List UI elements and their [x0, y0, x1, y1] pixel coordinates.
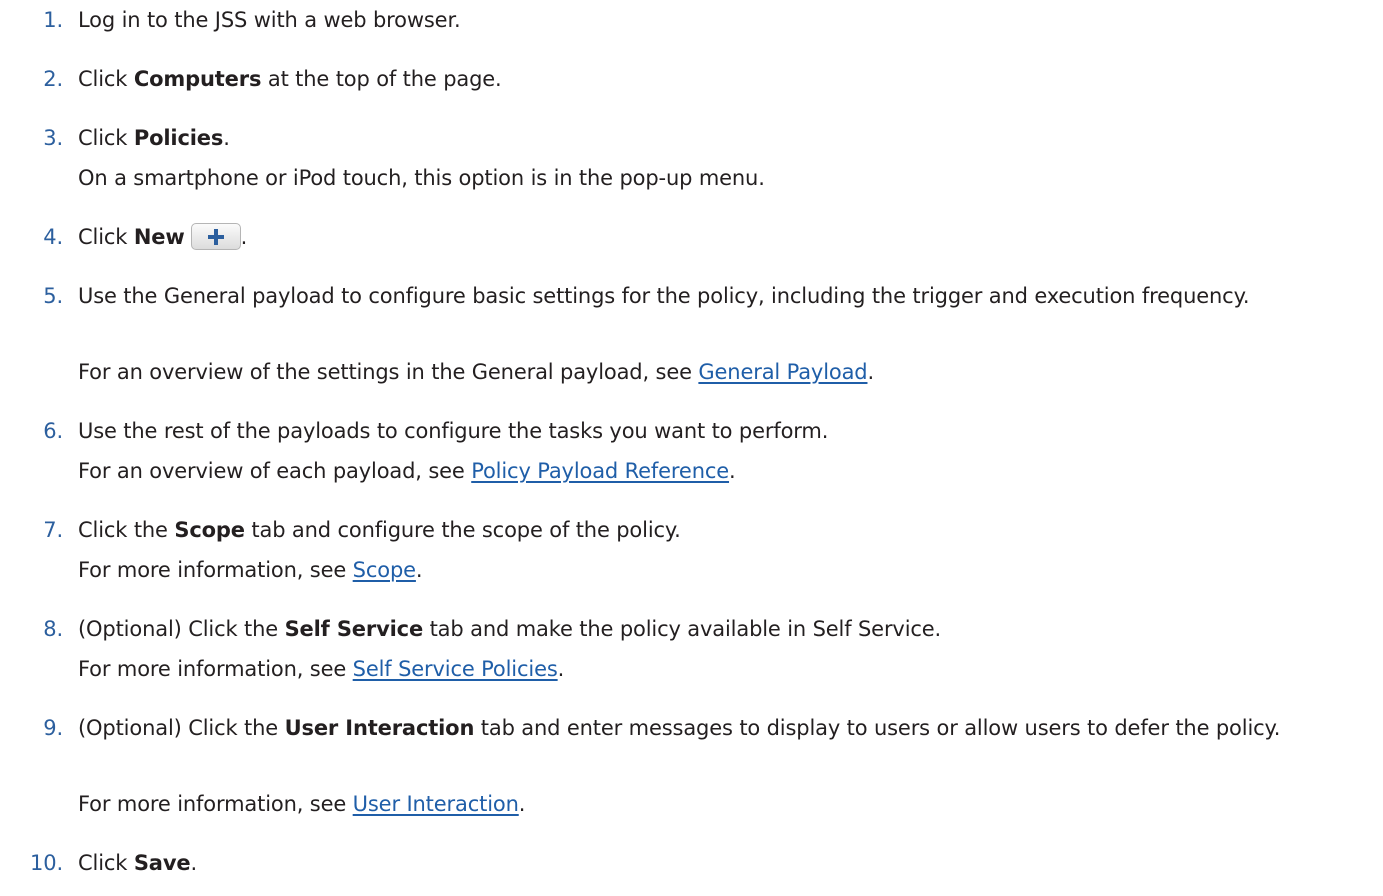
step-text: Click the Scope tab and configure the sc… [78, 514, 1368, 546]
new-button[interactable] [190, 223, 241, 250]
text-run: For more information, see [78, 558, 353, 582]
text-run: tab and make the policy available in Sel… [423, 617, 942, 641]
text-run: . [240, 225, 248, 249]
step-text: Click New. [78, 221, 1368, 253]
step-note: For more information, see User Interacti… [78, 788, 525, 820]
text-run: . [867, 360, 875, 384]
text-run: Click [78, 67, 134, 91]
text-run: . [190, 851, 197, 875]
step-text: (Optional) Click the User Interaction ta… [78, 712, 1368, 744]
step-note: For more information, see Scope. [78, 554, 423, 586]
step-text: (Optional) Click the Self Service tab an… [78, 613, 1368, 645]
step-note: On a smartphone or iPod touch, this opti… [78, 166, 765, 190]
text-run: (Optional) Click the [78, 716, 285, 740]
step-number: 9. [43, 716, 63, 740]
text-run: at the top of the page. [261, 67, 502, 91]
step-number: 2. [43, 67, 63, 91]
text-run: (Optional) Click the [78, 617, 285, 641]
text-run: For an overview of the settings in the G… [78, 360, 699, 384]
ui-term-self-service: Self Service [284, 617, 424, 641]
step-number: 10. [30, 851, 63, 875]
step-text: Use the rest of the payloads to configur… [78, 419, 829, 443]
text-run: tab and configure the scope of the polic… [244, 518, 681, 542]
link-policy-payload-reference[interactable]: Policy Payload Reference [471, 459, 729, 483]
text-run: Click [78, 126, 134, 150]
step-note: For an overview of the settings in the G… [78, 356, 874, 388]
step-text: Click Save. [78, 847, 1368, 879]
ui-term-new: New [133, 225, 185, 249]
step-number: 5. [43, 284, 63, 308]
step-text: Log in to the JSS with a web browser. [78, 8, 461, 32]
ui-term-save: Save [133, 851, 191, 875]
text-run: . [415, 558, 423, 582]
link-scope[interactable]: Scope [353, 558, 416, 582]
step-number: 8. [43, 617, 63, 641]
step-number: 4. [43, 225, 63, 249]
step-number: 3. [43, 126, 63, 150]
text-run: . [223, 126, 230, 150]
plus-icon [207, 229, 224, 245]
step-note: For an overview of each payload, see Pol… [78, 455, 736, 487]
text-run: Click [78, 851, 134, 875]
text-run: Click the [78, 518, 175, 542]
step-text: Use the General payload to configure bas… [78, 284, 1250, 308]
step-text: Click Policies. [78, 122, 1368, 154]
step-note: For more information, see Self Service P… [78, 653, 564, 685]
step-number: 7. [43, 518, 63, 542]
step-number: 6. [43, 419, 63, 443]
step-text: Click Computers at the top of the page. [78, 63, 1368, 95]
ui-term-user-interaction: User Interaction [284, 716, 475, 740]
link-user-interaction[interactable]: User Interaction [353, 792, 519, 816]
text-run: For an overview of each payload, see [78, 459, 472, 483]
text-run: Click [78, 225, 134, 249]
step-number: 1. [43, 8, 63, 32]
text-run: For more information, see [78, 657, 353, 681]
text-run: tab and enter messages to display to use… [474, 716, 1281, 740]
link-self-service-policies[interactable]: Self Service Policies [353, 657, 558, 681]
ui-term-computers: Computers [133, 67, 262, 91]
ui-term-scope: Scope [174, 518, 245, 542]
text-run: . [557, 657, 565, 681]
text-run: For more information, see [78, 792, 353, 816]
ui-term-policies: Policies [133, 126, 224, 150]
link-general-payload[interactable]: General Payload [698, 360, 867, 384]
text-run: . [729, 459, 736, 483]
text-run: . [518, 792, 526, 816]
